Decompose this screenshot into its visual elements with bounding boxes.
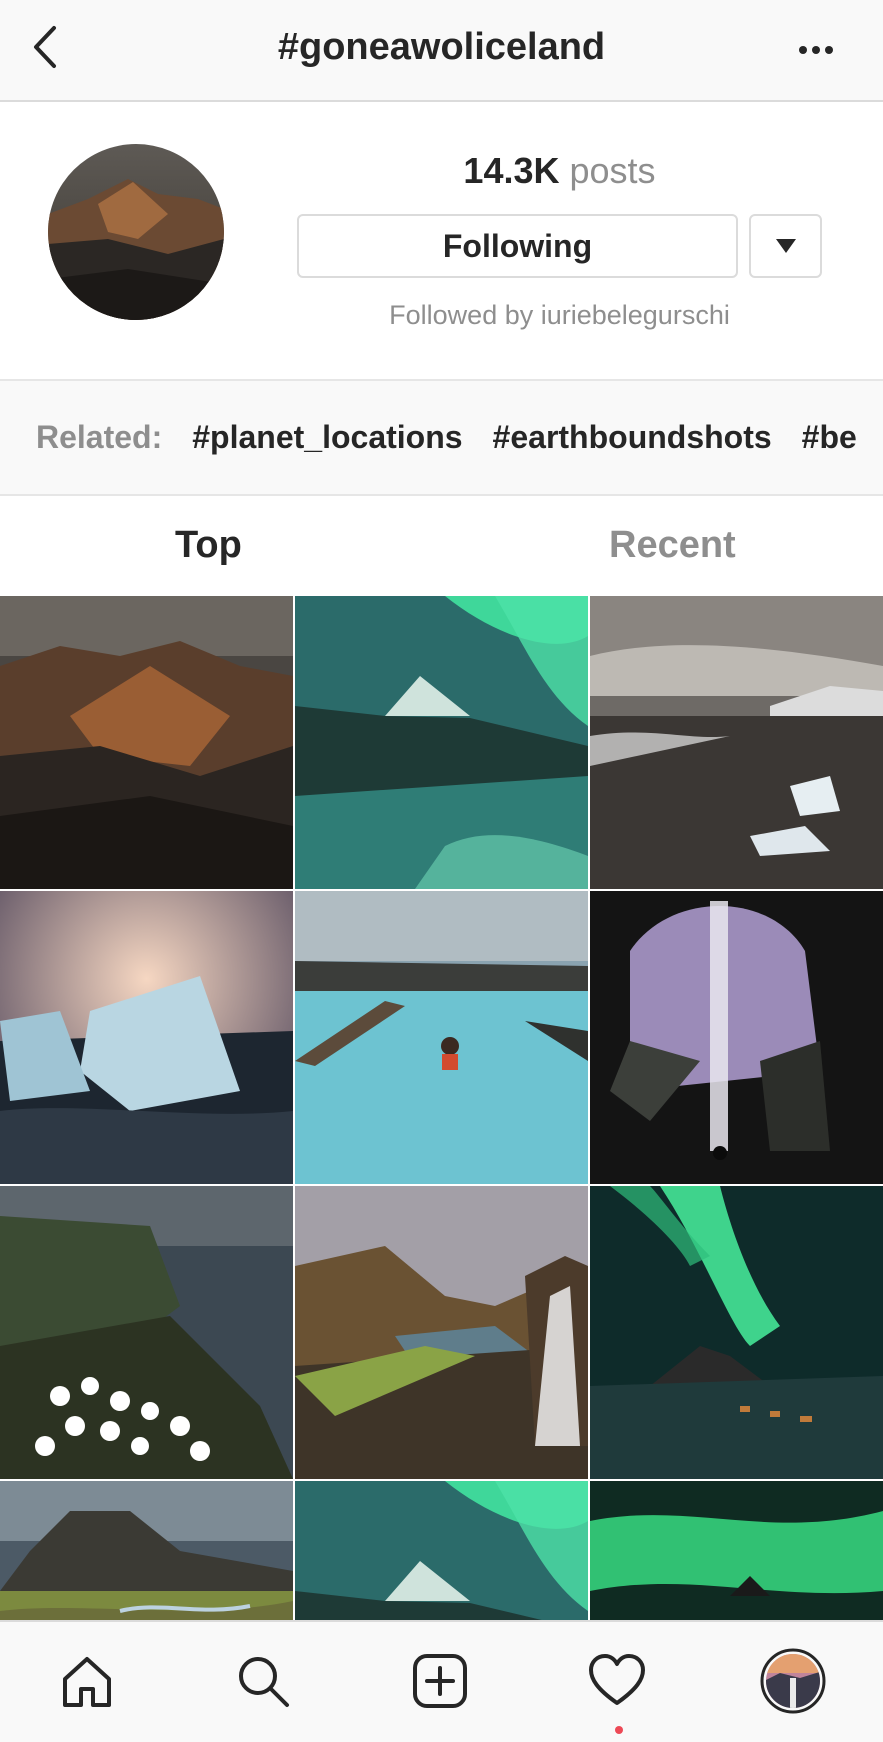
grid-photo[interactable] [295,596,588,889]
triangle-down-icon [775,239,796,253]
nav-activity[interactable] [582,1646,652,1716]
grid-photo[interactable] [0,1186,293,1479]
home-icon [63,1657,111,1707]
nav-profile[interactable] [758,1646,828,1716]
posts-stat: 14.3K posts [297,150,822,192]
followed-by-text: Followed by iuriebelegurschi [389,300,730,330]
photo-grid [0,596,883,1620]
profile-avatar [760,1648,826,1714]
grid-photo[interactable] [295,1481,588,1620]
heart-icon [589,1654,645,1705]
grid-photo[interactable] [590,596,883,889]
nav-home[interactable] [52,1646,122,1716]
search-icon [239,1657,289,1707]
more-options-button[interactable] [791,30,841,70]
grid-photo[interactable] [295,891,588,1184]
feed-tabs: Top Recent [0,498,883,596]
grid-photo[interactable] [0,891,293,1184]
related-tag[interactable]: #be [802,419,857,456]
grid-photo[interactable] [0,596,293,889]
follow-options-dropdown[interactable] [749,214,822,278]
grid-photo[interactable] [590,1186,883,1479]
grid-photo[interactable] [0,1481,293,1620]
posts-label: posts [569,150,656,191]
hashtag-avatar [48,144,224,320]
tab-top[interactable]: Top [175,524,242,567]
top-header: #goneawoliceland [0,0,883,102]
nav-search[interactable] [228,1646,298,1716]
following-button[interactable]: Following [297,214,738,278]
related-label: Related: [36,419,163,455]
related-tag[interactable]: #earthboundshots [493,419,772,456]
related-hashtags: Related: #planet_locations #earthboundsh… [0,379,883,496]
grid-photo[interactable] [295,1186,588,1479]
tab-recent[interactable]: Recent [609,524,736,567]
related-tag[interactable]: #planet_locations [192,419,462,456]
bottom-navigation [0,1620,883,1742]
new-post-icon [413,1654,467,1708]
page-title: #goneawoliceland [277,26,606,68]
posts-count: 14.3K [463,150,560,191]
ellipsis-icon [799,46,833,54]
hashtag-profile: 14.3K posts Following Followed by iurieb… [0,104,883,379]
grid-photo[interactable] [590,891,883,1184]
grid-photo[interactable] [590,1481,883,1620]
nav-new-post[interactable] [405,1646,475,1716]
notification-dot [615,1726,623,1734]
